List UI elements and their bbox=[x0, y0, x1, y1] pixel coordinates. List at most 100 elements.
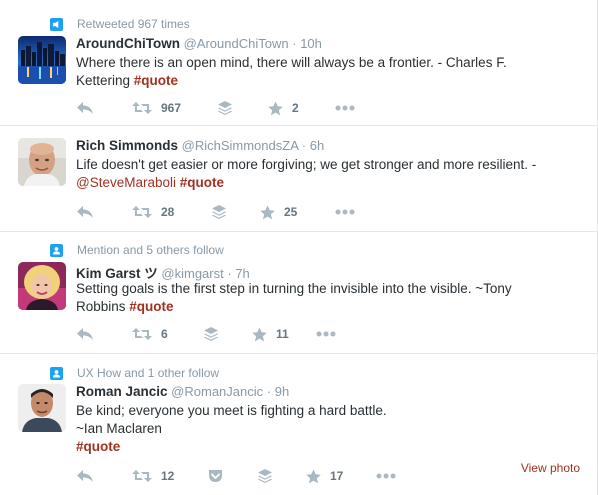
user-handle[interactable]: @AroundChiTown bbox=[184, 36, 289, 51]
retweet-icon bbox=[132, 206, 152, 218]
tweet-text-line: @SteveMaraboli #quote bbox=[76, 174, 556, 192]
tweet-text: Be kind; everyone you meet is fighting a… bbox=[76, 402, 556, 456]
star-icon bbox=[306, 468, 321, 483]
person-context-icon bbox=[50, 366, 63, 380]
hashtag-link[interactable]: #quote bbox=[180, 175, 224, 190]
retweet-count: 6 bbox=[161, 327, 168, 341]
tweet-header: Roman Jancic @RomanJancic · 9h bbox=[76, 384, 289, 399]
favorite-count: 2 bbox=[292, 101, 299, 115]
tweet-header: Kim Garst ツ @kimgarst · 7h bbox=[76, 262, 250, 282]
hashtag-link[interactable]: #quote bbox=[129, 299, 173, 314]
favorite-button[interactable]: 25 bbox=[260, 204, 297, 220]
tweet-text-line: Setting goals is the first step in turni… bbox=[76, 281, 512, 296]
tweet-header: Rich Simmonds @RichSimmondsZA · 6h bbox=[76, 138, 324, 153]
tweet-time[interactable]: 6h bbox=[310, 138, 324, 153]
more-button[interactable] bbox=[335, 100, 355, 116]
layers-button[interactable] bbox=[204, 326, 218, 342]
tweet-time[interactable]: 7h bbox=[235, 266, 249, 281]
more-button[interactable] bbox=[335, 204, 355, 220]
hashtag-link[interactable]: #quote bbox=[76, 439, 120, 454]
more-button[interactable] bbox=[316, 326, 336, 342]
layers-icon bbox=[258, 469, 272, 483]
layers-button[interactable] bbox=[212, 204, 226, 220]
tweet-actions: 967 2 bbox=[76, 100, 576, 116]
pocket-button[interactable] bbox=[208, 468, 223, 484]
favorite-button[interactable]: 17 bbox=[306, 468, 343, 484]
tweet-text-fragment: Kettering bbox=[76, 73, 134, 88]
user-handle[interactable]: @RichSimmondsZA bbox=[182, 138, 299, 153]
person-context-icon bbox=[50, 243, 63, 257]
tweet-text: Where there is an open mind, there will … bbox=[76, 54, 556, 90]
avatar[interactable] bbox=[18, 384, 66, 432]
favorite-count: 25 bbox=[284, 205, 298, 219]
star-icon bbox=[260, 204, 275, 219]
layers-icon bbox=[204, 327, 218, 341]
user-handle[interactable]: @kimgarst bbox=[161, 266, 223, 281]
tweet-text-line: Robbins #quote bbox=[76, 298, 556, 316]
mention-link[interactable]: @SteveMaraboli bbox=[76, 175, 176, 190]
more-button[interactable] bbox=[376, 468, 396, 484]
user-name[interactable]: AroundChiTown bbox=[76, 36, 180, 51]
retweet-button[interactable]: 967 bbox=[132, 100, 181, 116]
retweet-count: 967 bbox=[161, 101, 182, 115]
retweet-button[interactable]: 12 bbox=[132, 468, 174, 484]
avatar[interactable] bbox=[18, 138, 66, 186]
separator-dot: · bbox=[266, 384, 272, 399]
retweet-icon bbox=[132, 102, 152, 114]
tweet-item[interactable]: UX How and 1 other follow Roman Jancic @… bbox=[0, 354, 597, 495]
more-dots-icon bbox=[376, 473, 396, 479]
tweet-text-line: ~Ian Maclaren bbox=[76, 421, 162, 436]
reply-button[interactable] bbox=[76, 326, 94, 342]
star-icon bbox=[268, 100, 283, 115]
reply-button[interactable] bbox=[76, 100, 94, 116]
tweet-item[interactable]: Retweeted 967 times AroundChiTown @Aroun… bbox=[0, 0, 597, 126]
favorite-button[interactable]: 2 bbox=[268, 100, 299, 116]
context-text: Retweeted 967 times bbox=[77, 17, 190, 31]
user-name[interactable]: Kim Garst ツ bbox=[76, 266, 158, 281]
tweet-header: AroundChiTown @AroundChiTown · 10h bbox=[76, 36, 322, 51]
hashtag-link[interactable]: #quote bbox=[134, 73, 178, 88]
tweet-time[interactable]: 9h bbox=[275, 384, 289, 399]
retweet-button[interactable]: 6 bbox=[132, 326, 168, 342]
tweet-context: UX How and 1 other follow bbox=[50, 365, 219, 381]
user-handle[interactable]: @RomanJancic bbox=[171, 384, 263, 399]
star-icon bbox=[252, 326, 267, 341]
retweet-context-icon bbox=[50, 17, 63, 31]
user-name[interactable]: Roman Jancic bbox=[76, 384, 168, 399]
separator-dot: · bbox=[292, 36, 297, 51]
tweet-context: Retweeted 967 times bbox=[50, 16, 190, 32]
avatar[interactable] bbox=[18, 36, 66, 84]
more-dots-icon bbox=[335, 209, 355, 215]
tweet-time[interactable]: 10h bbox=[300, 36, 322, 51]
tweet-actions: 28 25 bbox=[76, 204, 576, 220]
tweet-item[interactable]: Rich Simmonds @RichSimmondsZA · 6h Life … bbox=[0, 126, 597, 232]
reply-icon bbox=[77, 102, 93, 114]
user-name[interactable]: Rich Simmonds bbox=[76, 138, 178, 153]
tweet-text: Setting goals is the first step in turni… bbox=[76, 280, 556, 316]
layers-button[interactable] bbox=[218, 100, 232, 116]
more-dots-icon bbox=[335, 105, 355, 111]
favorite-count: 17 bbox=[330, 469, 344, 483]
tweet-text: Life doesn't get easier or more forgivin… bbox=[76, 156, 556, 192]
layers-icon bbox=[218, 101, 232, 115]
context-text: Mention and 5 others follow bbox=[77, 243, 224, 257]
reply-button[interactable] bbox=[76, 204, 94, 220]
tweet-text-line: Be kind; everyone you meet is fighting a… bbox=[76, 403, 387, 418]
tweet-context: Mention and 5 others follow bbox=[50, 242, 224, 258]
tweet-text-line: Kettering #quote bbox=[76, 72, 556, 90]
reply-button[interactable] bbox=[76, 468, 94, 484]
more-dots-icon bbox=[316, 331, 336, 337]
separator-dot: · bbox=[227, 266, 232, 281]
reply-icon bbox=[77, 206, 93, 218]
retweet-button[interactable]: 28 bbox=[132, 204, 174, 220]
favorite-button[interactable]: 11 bbox=[252, 326, 289, 342]
retweet-count: 12 bbox=[161, 469, 175, 483]
retweet-count: 28 bbox=[161, 205, 175, 219]
avatar[interactable] bbox=[18, 262, 66, 310]
retweet-icon bbox=[132, 470, 152, 482]
tweet-item[interactable]: Mention and 5 others follow Kim Garst ツ … bbox=[0, 232, 597, 354]
layers-icon bbox=[212, 205, 226, 219]
reply-icon bbox=[77, 470, 93, 482]
tweet-text-line: Where there is an open mind, there will … bbox=[76, 55, 507, 70]
layers-button[interactable] bbox=[258, 468, 272, 484]
